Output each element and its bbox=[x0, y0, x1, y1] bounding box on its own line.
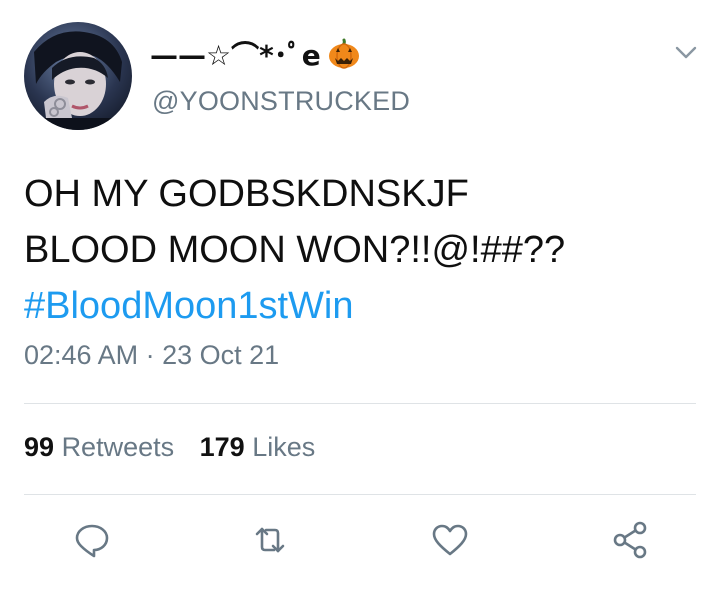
user-handle[interactable]: @YOONSTRUCKED bbox=[152, 86, 410, 117]
likes-label: Likes bbox=[252, 432, 316, 462]
tweet-timestamp[interactable]: 02:46 AM · 23 Oct 21 bbox=[24, 340, 279, 371]
like-icon[interactable] bbox=[428, 518, 472, 562]
hashtag-link[interactable]: #BloodMoon1stWin bbox=[24, 278, 704, 334]
retweets-stat[interactable]: 99 Retweets bbox=[24, 432, 182, 462]
retweets-label: Retweets bbox=[61, 432, 175, 462]
action-bar bbox=[0, 518, 720, 568]
display-name-text: ——☆⌒*･ﾟe bbox=[150, 39, 321, 72]
share-icon[interactable] bbox=[608, 518, 652, 562]
retweet-icon[interactable] bbox=[248, 518, 292, 562]
retweets-count: 99 bbox=[24, 432, 55, 462]
chevron-down-icon[interactable] bbox=[672, 38, 700, 66]
divider bbox=[24, 403, 696, 404]
pumpkin-icon bbox=[327, 37, 361, 71]
tweet-text: OH MY GODBSKDNSKJF BLOOD MOON WON?!!@!##… bbox=[24, 166, 704, 334]
likes-count: 179 bbox=[199, 432, 245, 462]
display-name[interactable]: ——☆⌒*･ﾟe bbox=[150, 34, 361, 74]
divider bbox=[24, 494, 696, 495]
avatar-photo bbox=[24, 22, 132, 130]
tweet-text-line: OH MY GODBSKDNSKJF bbox=[24, 173, 469, 215]
reply-icon[interactable] bbox=[70, 518, 114, 562]
tweet-card: ——☆⌒*･ﾟe @YOONSTRUCKED OH MY GODBSKDNSKJ… bbox=[0, 0, 720, 602]
avatar[interactable] bbox=[24, 22, 132, 130]
likes-stat[interactable]: 179 Likes bbox=[200, 432, 316, 462]
tweet-stats: 99 Retweets 179 Likes bbox=[24, 432, 333, 463]
tweet-text-line: BLOOD MOON WON?!!@!##?? bbox=[24, 229, 566, 271]
